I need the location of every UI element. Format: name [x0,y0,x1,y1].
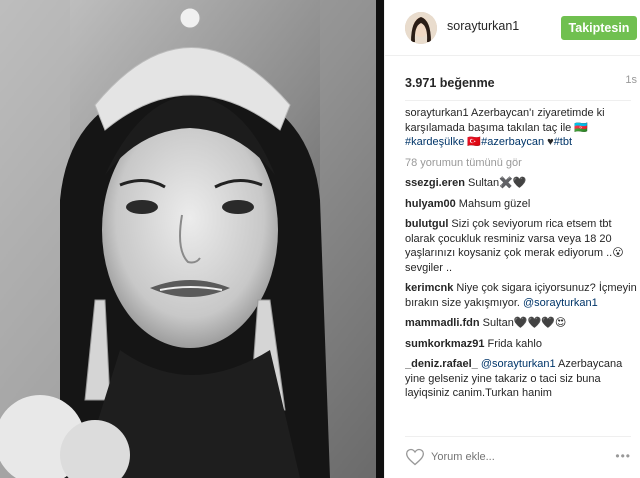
list-item: bulutgul Sizi çok seviyorum rica etsem t… [405,217,637,275]
comment-author[interactable]: bulutgul [405,218,448,230]
list-item: kerimcnk Niye çok sigara içiyorsunuz? İç… [405,281,637,310]
like-count[interactable]: 3.971 beğenme [405,76,495,90]
comment-author[interactable]: ssezgi.eren [405,177,465,189]
post-username[interactable]: sorayturkan1 [447,19,519,33]
list-item: sumkorkmaz91 Frida kahlo [405,337,637,352]
divider [405,100,631,101]
ellipsis-icon[interactable]: ••• [615,449,631,463]
list-item: hulyam00 Mahsum güzel [405,197,637,212]
avatar[interactable] [405,12,437,44]
hashtag-kardesulke[interactable]: #kardeşülke [405,136,464,148]
flag-emoji: 🇹🇷 [467,136,482,148]
post-side-panel: sorayturkan1 Takiptesin 3.971 beğenme 1s… [384,0,640,478]
hashtag-azerbaycan[interactable]: #azerbaycan [481,136,544,148]
portrait-image [0,0,384,478]
comment-footer: ••• [405,436,631,478]
hashtag-tbt[interactable]: #tbt [554,136,572,148]
post-photo[interactable] [0,0,384,478]
caption: sorayturkan1 Azerbaycan'ı ziyaretimde ki… [405,106,637,150]
comment-author[interactable]: mammadli.fdn [405,317,480,329]
comment-text: Frida kahlo [484,337,542,350]
list-item: mammadli.fdn Sultan🖤🖤🖤😍 [405,316,637,331]
comment-text: Sultan🖤🖤🖤😍 [479,317,567,329]
comment-mention[interactable]: @sorayturkan1 [523,297,598,309]
view-all-comments-link[interactable]: 78 yorumun tümünü gör [405,156,637,171]
comment-author[interactable]: hulyam00 [405,198,456,210]
following-button[interactable]: Takiptesin [561,16,637,40]
comment-text: Sultan✖️🖤 [464,177,527,189]
list-item: ssezgi.eren Sultan✖️🖤 [405,176,637,191]
comment-author[interactable]: kerimcnk [405,282,453,294]
comment-author[interactable]: sumkorkmaz91 [405,338,485,350]
flag-emoji: 🇦🇿 [574,121,589,134]
comment-mention[interactable]: @sorayturkan1 [481,358,556,370]
caption-author[interactable]: sorayturkan1 [405,107,469,119]
likes-row: 3.971 beğenme 1s [405,74,637,94]
comment-input[interactable] [431,447,601,467]
post-time: 1s [625,74,637,86]
comment-text: Mahsum güzel [455,197,531,210]
comments-list: sorayturkan1 Azerbaycan'ı ziyaretimde ki… [405,106,637,424]
comment-author[interactable]: _deniz.rafael_ [405,358,478,370]
post-header: sorayturkan1 Takiptesin [385,0,640,56]
list-item: _deniz.rafael_ @sorayturkan1 Azerbaycana… [405,357,637,401]
avatar-image [405,12,437,44]
heart-outline-icon[interactable] [405,447,425,467]
